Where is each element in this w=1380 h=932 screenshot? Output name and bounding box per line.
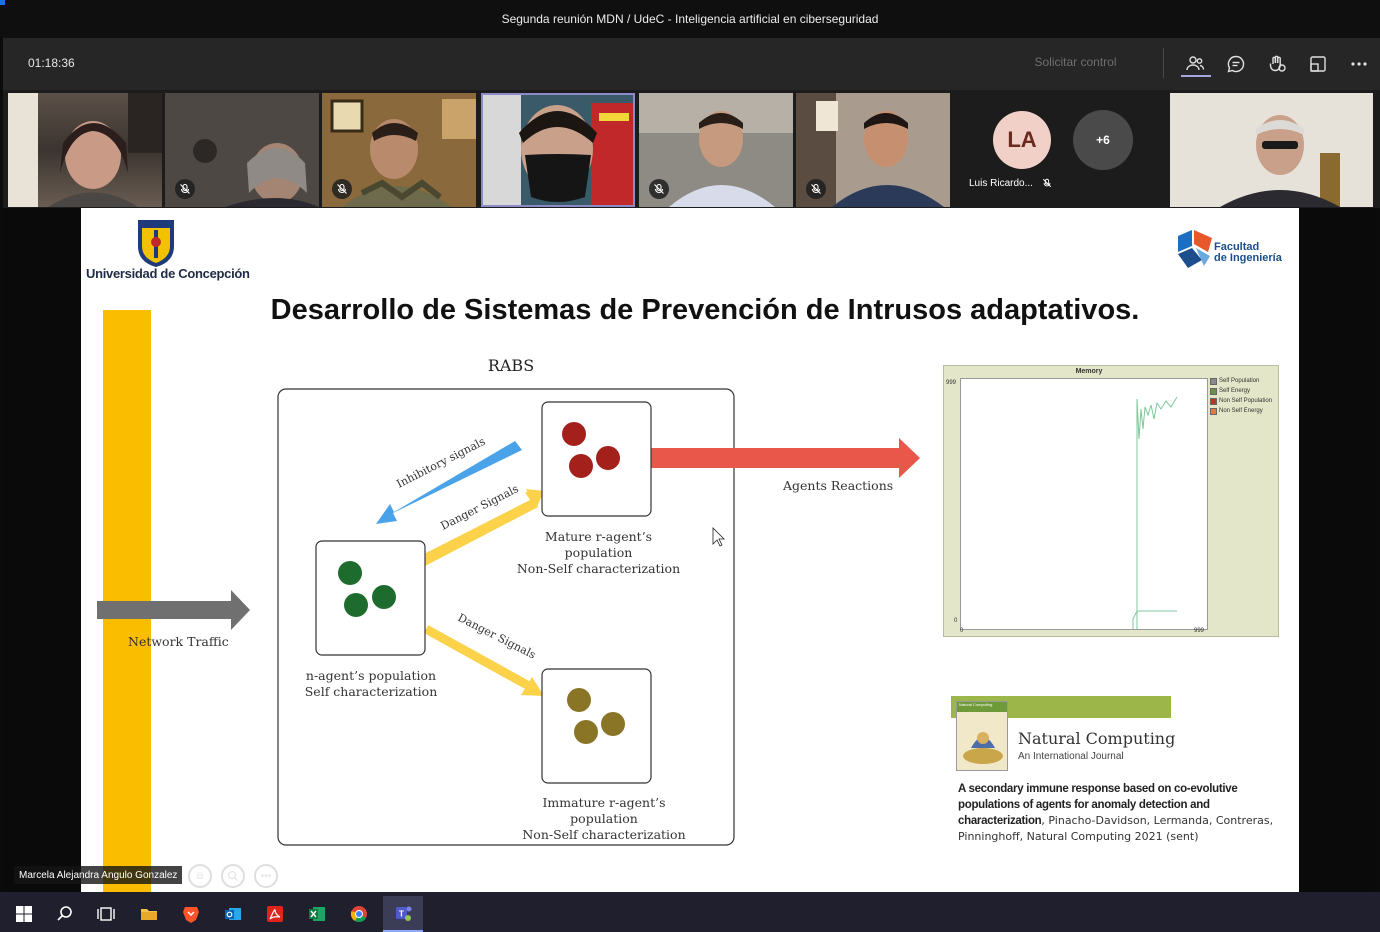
title-bar: Segunda reunión MDN / UdeC - Inteligenci… bbox=[0, 0, 1380, 38]
legend-item: Non Self Energy bbox=[1210, 406, 1272, 416]
inhibitory-signals-label: Inhibitory signals bbox=[394, 435, 487, 491]
legend-item: Self Population bbox=[1210, 376, 1272, 386]
participant-tile[interactable] bbox=[1170, 93, 1373, 207]
participant-tile[interactable] bbox=[639, 93, 793, 207]
presentation-slide: Universidad de Concepción Facultad de In… bbox=[81, 208, 1299, 892]
nagent-cell bbox=[372, 585, 396, 609]
search-icon[interactable] bbox=[47, 896, 83, 932]
memory-chart-lines bbox=[1132, 396, 1178, 629]
participant-video bbox=[1170, 93, 1373, 207]
avatar: LA bbox=[993, 111, 1051, 169]
immature-agent-cell bbox=[601, 712, 625, 736]
mature-agent-cell bbox=[562, 422, 586, 446]
nagent-cell bbox=[344, 593, 368, 617]
toolbar-divider bbox=[1163, 48, 1164, 78]
participant-video bbox=[481, 93, 635, 207]
share-tray-icon[interactable] bbox=[1304, 50, 1332, 78]
participant-tile[interactable] bbox=[796, 93, 950, 207]
network-traffic-label: Network Traffic bbox=[128, 634, 229, 649]
danger-signals-upper-label: Danger Signals bbox=[438, 482, 521, 533]
self-population-line bbox=[1136, 396, 1178, 629]
outlook-icon[interactable] bbox=[215, 896, 251, 932]
agents-reactions-arrow bbox=[651, 438, 920, 478]
teams-icon[interactable]: T bbox=[383, 896, 423, 932]
shared-content-stage: Universidad de Concepción Facultad de In… bbox=[3, 208, 1375, 892]
immature-population-box bbox=[541, 668, 652, 784]
nagent-cell bbox=[338, 561, 362, 585]
participant-tile[interactable] bbox=[322, 93, 476, 207]
immature-agent-cell bbox=[574, 720, 598, 744]
memory-chart-legend: Self Population Self Energy Non Self Pop… bbox=[1210, 376, 1272, 416]
presenter-name-label: Marcela Alejandra Angulo Gonzalez bbox=[14, 866, 183, 884]
participant-tile[interactable] bbox=[8, 93, 162, 207]
people-icon[interactable] bbox=[1181, 50, 1209, 78]
acrobat-icon[interactable] bbox=[257, 896, 293, 932]
windows-start-icon[interactable] bbox=[6, 896, 42, 932]
participant-tile-active-speaker[interactable] bbox=[481, 93, 635, 207]
journal-cover-image: Natural Computing bbox=[956, 701, 1008, 771]
teams-meeting-window: Segunda reunión MDN / UdeC - Inteligenci… bbox=[0, 0, 1380, 932]
participant-video bbox=[8, 93, 162, 207]
file-explorer-icon[interactable] bbox=[131, 896, 167, 932]
self-energy-line bbox=[1132, 610, 1177, 629]
mature-population-caption: Mature r-agent’s population Non-Self cha… bbox=[516, 529, 681, 576]
window-accent bbox=[0, 0, 5, 5]
task-view-icon[interactable] bbox=[88, 896, 124, 932]
request-control-button[interactable]: Solicitar control bbox=[1013, 55, 1138, 69]
nagent-population-box bbox=[315, 540, 426, 656]
immature-population-caption: Immature r-agent’s population Non-Self c… bbox=[522, 795, 686, 842]
memory-chart-ymin: 0 bbox=[954, 618, 958, 624]
memory-chart-plot bbox=[960, 378, 1208, 630]
excel-icon[interactable] bbox=[299, 896, 335, 932]
mic-muted-icon bbox=[649, 179, 669, 199]
legend-item: Non Self Population bbox=[1210, 396, 1272, 406]
mature-agent-cell bbox=[569, 454, 593, 478]
reactions-icon[interactable] bbox=[1263, 50, 1291, 78]
svg-text:T: T bbox=[399, 910, 404, 919]
more-icon[interactable] bbox=[1345, 50, 1373, 78]
mature-agent-cell bbox=[596, 446, 620, 470]
chrome-icon[interactable] bbox=[341, 896, 377, 932]
mic-muted-icon bbox=[806, 179, 826, 199]
network-traffic-arrow bbox=[97, 590, 250, 630]
agents-reactions-label: Agents Reactions bbox=[782, 478, 893, 493]
memory-chart-xmin: 0 bbox=[960, 628, 964, 634]
brave-browser-icon[interactable] bbox=[173, 896, 209, 932]
legend-item: Self Energy bbox=[1210, 386, 1272, 396]
people-active-indicator bbox=[1181, 75, 1211, 77]
nagent-population-caption: n-agent’s population Self characterizati… bbox=[304, 668, 438, 699]
participant-tile-avatar[interactable]: LA Luis Ricardo... +6 bbox=[953, 93, 1166, 207]
reference-citation: A secondary immune response based on co-… bbox=[958, 783, 1274, 843]
immature-agent-cell bbox=[567, 688, 591, 712]
memory-chart-ymax: 999 bbox=[946, 380, 957, 386]
memory-chart: Memory 999 0 0 999 Self Population Self … bbox=[943, 365, 1279, 637]
windows-taskbar: T bbox=[0, 892, 1380, 932]
participant-strip: LA Luis Ricardo... +6 bbox=[3, 90, 1380, 208]
zoom-icon[interactable] bbox=[221, 864, 245, 888]
participant-tile[interactable] bbox=[165, 93, 319, 207]
popout-icon[interactable]: ⧉ bbox=[188, 864, 212, 888]
mouse-cursor-icon bbox=[712, 527, 725, 547]
overflow-participants-button[interactable]: +6 bbox=[1073, 110, 1133, 170]
window-title: Segunda reunión MDN / UdeC - Inteligenci… bbox=[501, 12, 879, 26]
journal-subtitle: An International Journal bbox=[1018, 751, 1124, 762]
journal-title: Natural Computing bbox=[1018, 729, 1176, 748]
meeting-timer: 01:18:36 bbox=[28, 56, 75, 70]
mic-muted-icon bbox=[332, 179, 352, 199]
chat-icon[interactable] bbox=[1222, 50, 1250, 78]
mic-muted-icon bbox=[1042, 179, 1051, 188]
more-options-icon[interactable]: ••• bbox=[254, 864, 278, 888]
meeting-toolbar: 01:18:36 Solicitar control bbox=[3, 38, 1380, 90]
mic-muted-icon bbox=[175, 179, 195, 199]
memory-chart-xmax: 999 bbox=[1194, 628, 1205, 634]
participant-name: Luis Ricardo... bbox=[969, 178, 1052, 189]
memory-chart-title: Memory bbox=[1075, 368, 1103, 375]
